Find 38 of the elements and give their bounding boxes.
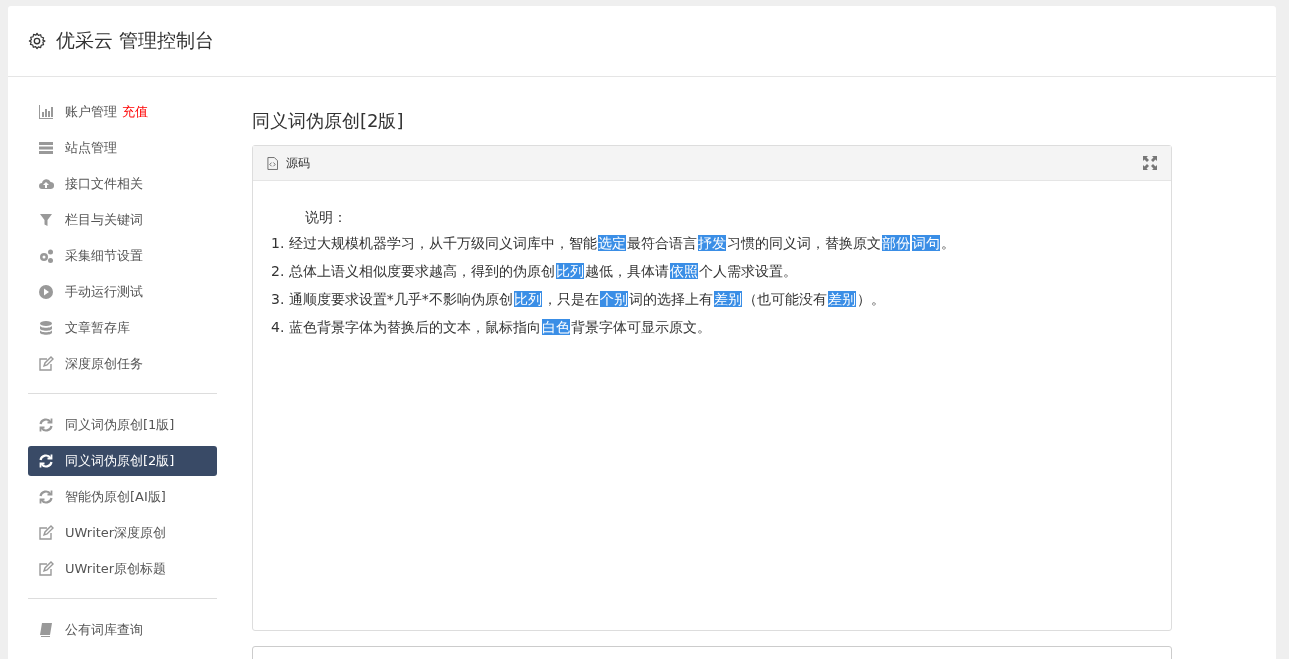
page-title: 同义词伪原创[2版] bbox=[252, 109, 405, 133]
server-icon bbox=[38, 140, 54, 156]
sidebar-item[interactable]: UWriter原创标题 bbox=[28, 554, 217, 584]
sidebar-item[interactable]: 同义词伪原创[2版] bbox=[28, 446, 217, 476]
console-title: 优采云 管理控制台 bbox=[56, 28, 215, 53]
edit-icon bbox=[38, 561, 54, 577]
sidebar-item[interactable]: 手动运行测试 bbox=[28, 277, 217, 307]
sidebar-item[interactable]: 同义词伪原创[1版] bbox=[28, 410, 217, 440]
sidebar-item[interactable]: 深度原创任务 bbox=[28, 349, 217, 379]
description-line: 3. 通顺度要求设置*几乎*不影响伪原创 比列，只是在个别词的选择上有差别（也可能没有差别）。 bbox=[271, 290, 886, 309]
fullscreen-icon[interactable] bbox=[1143, 156, 1157, 170]
sidebar-item[interactable]: 账户管理 充值 bbox=[28, 97, 217, 127]
sidebar-item[interactable]: 采集细节设置 bbox=[28, 241, 217, 271]
sidebar-item[interactable]: 接口文件相关 bbox=[28, 169, 217, 199]
sidebar-item[interactable]: 文章暂存库 bbox=[28, 313, 217, 343]
filter-icon bbox=[38, 212, 54, 228]
description-line: 1. 经过大规模机器学习，从千万级同义词库中，智能选定最符合语言抒发习惯的同义词，替换原文部份词句。 bbox=[271, 234, 956, 253]
recharge-link[interactable]: 充值 bbox=[122, 103, 148, 121]
settings-icon bbox=[28, 32, 46, 50]
database-icon bbox=[38, 320, 54, 336]
description-line: 2. 总体上语义相似度要求越高，得到的伪原创 比列越低，具体请依照个人需求设置。 bbox=[271, 262, 798, 281]
description-heading: 说明： bbox=[304, 208, 348, 227]
edit-icon bbox=[38, 525, 54, 541]
cloud-icon bbox=[38, 176, 54, 192]
refresh-icon bbox=[38, 489, 54, 505]
refresh-icon bbox=[38, 417, 54, 433]
chart-icon bbox=[38, 104, 54, 120]
sidebar-item[interactable]: 智能伪原创[AI版] bbox=[28, 482, 217, 512]
refresh-icon bbox=[38, 453, 54, 469]
source-file-icon bbox=[267, 156, 278, 170]
source-tab[interactable]: 源码 bbox=[286, 154, 310, 172]
sidebar-item[interactable]: UWriter深度原创 bbox=[28, 518, 217, 548]
edit-icon bbox=[38, 356, 54, 372]
play-icon bbox=[38, 284, 54, 300]
sidebar-item[interactable]: 公有词库查询 bbox=[28, 615, 217, 645]
sidebar-item[interactable]: 站点管理 bbox=[28, 133, 217, 163]
sidebar-item[interactable]: 栏目与关键词 bbox=[28, 205, 217, 235]
description-line: 4. 蓝色背景字体为替换后的文本，鼠标指向 白色背景字体可显示原文。 bbox=[271, 318, 712, 337]
